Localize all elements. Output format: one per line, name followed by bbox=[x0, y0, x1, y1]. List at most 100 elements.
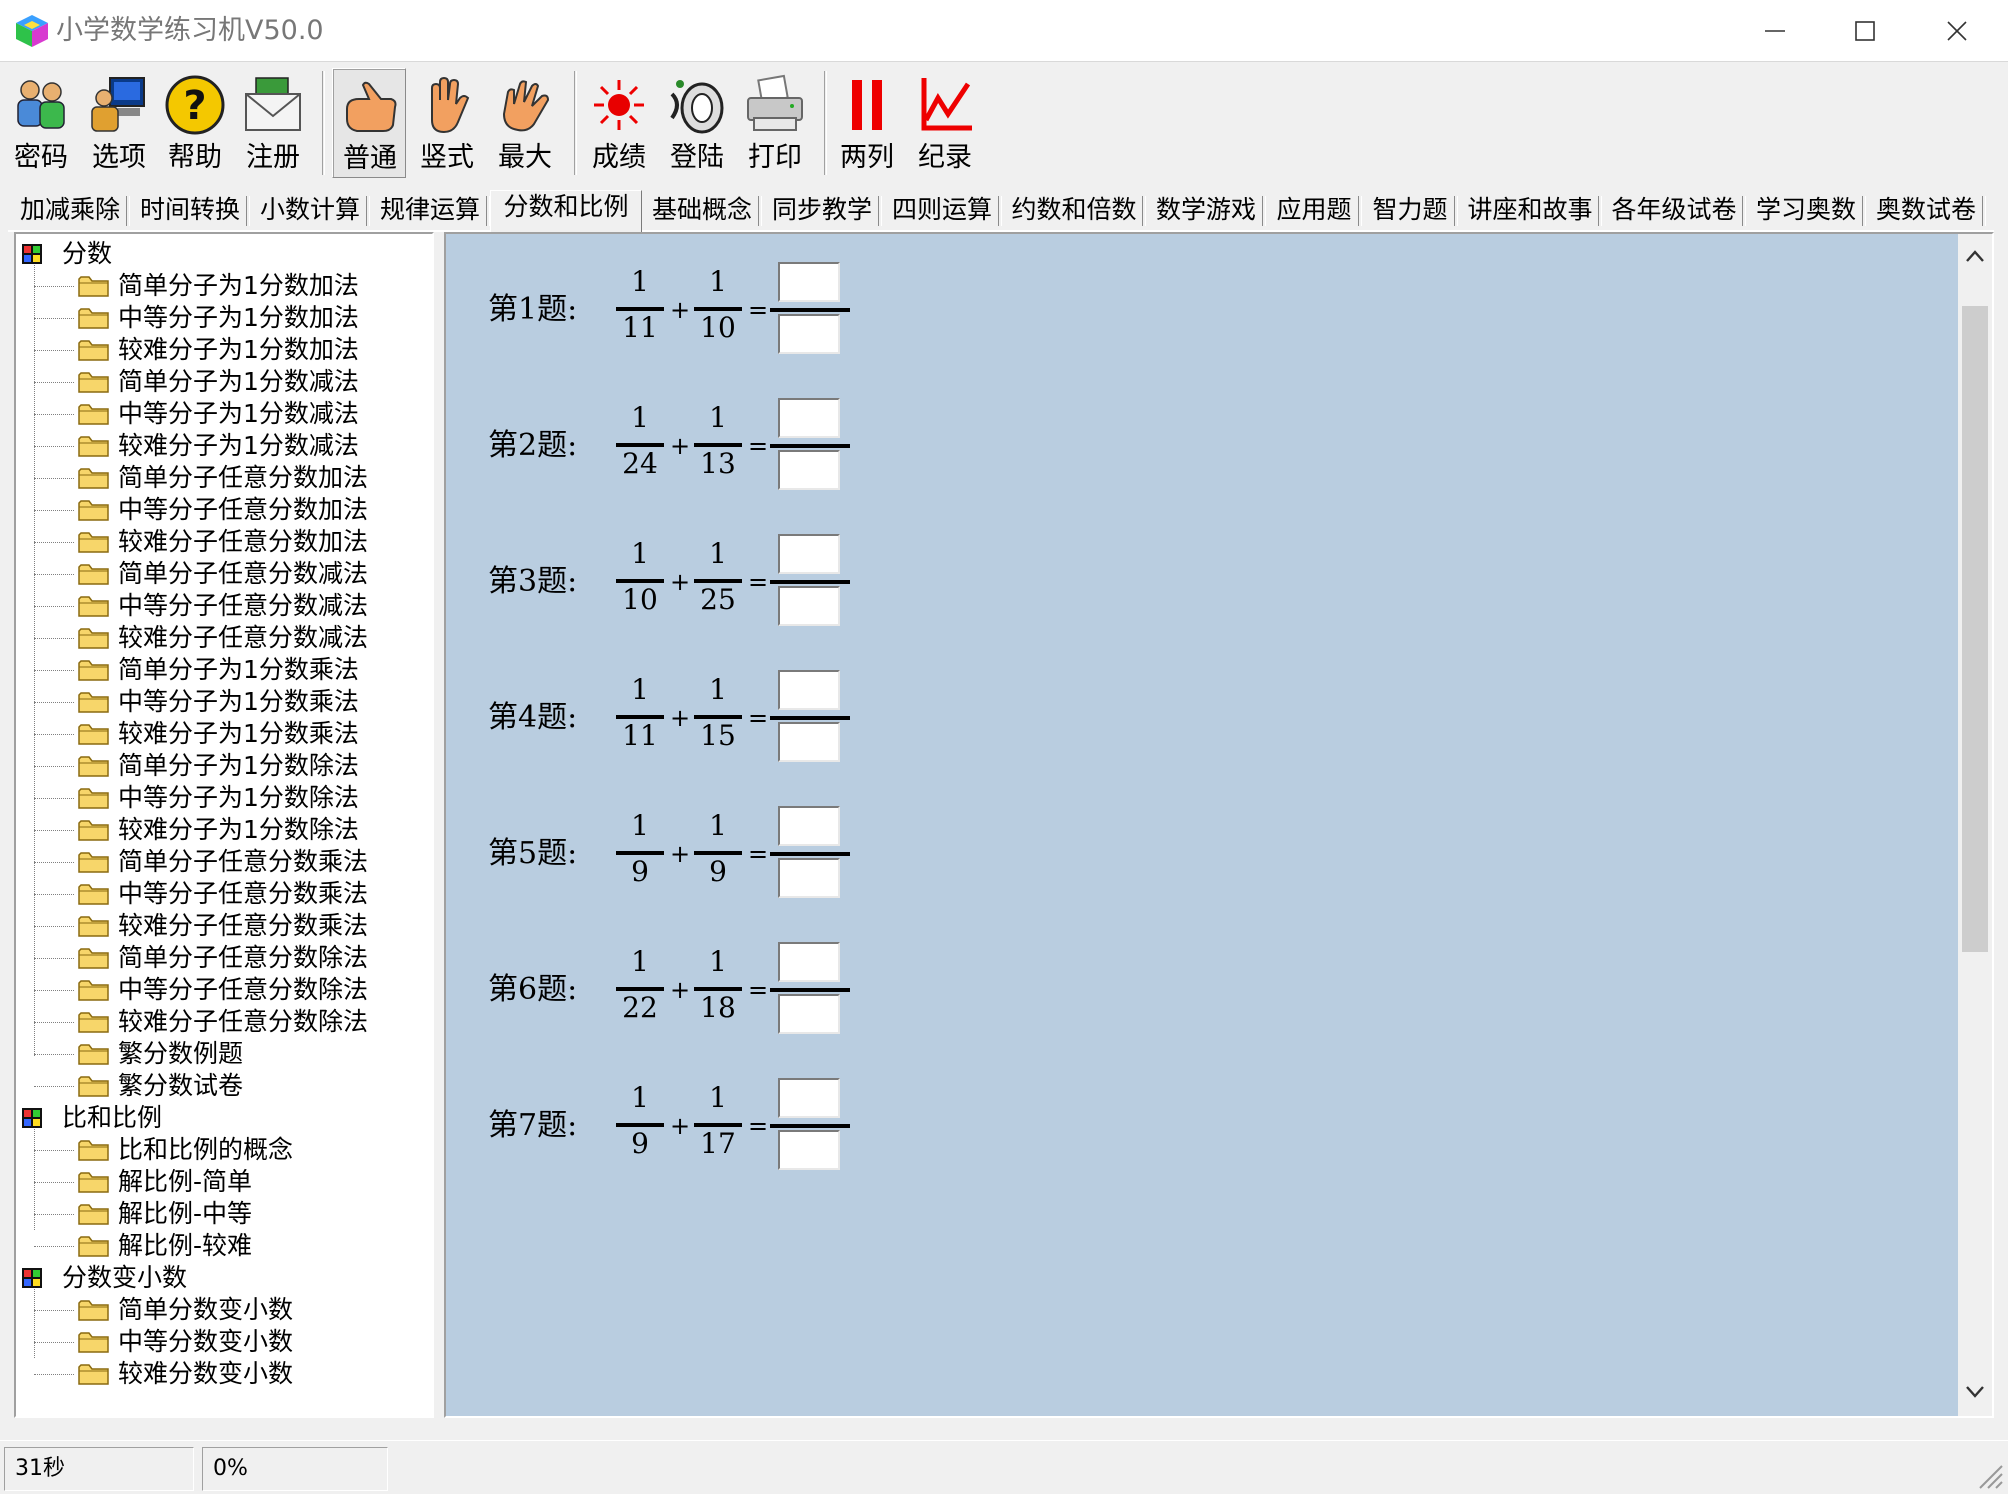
vertical-scrollbar[interactable] bbox=[1958, 234, 1992, 1416]
tree-item[interactable]: 比和比例的概念 bbox=[16, 1134, 432, 1166]
tree-item[interactable]: 较难分子为1分数乘法 bbox=[16, 718, 432, 750]
answer-denominator-input[interactable] bbox=[778, 314, 840, 354]
tree-item[interactable]: 中等分子为1分数乘法 bbox=[16, 686, 432, 718]
tree-category-fractions[interactable]: 分数 bbox=[16, 238, 432, 270]
tab-four-operations[interactable]: 四则运算 bbox=[884, 194, 1002, 228]
answer-numerator-input[interactable] bbox=[778, 1078, 840, 1118]
computer-user-icon bbox=[91, 77, 145, 132]
fraction-denominator: 25 bbox=[700, 583, 736, 616]
resize-grip-icon[interactable] bbox=[1974, 1460, 2004, 1490]
minimize-icon bbox=[1765, 30, 1785, 32]
login-button[interactable]: 登陆 bbox=[660, 68, 734, 178]
tree-item[interactable]: 较难分子任意分数加法 bbox=[16, 526, 432, 558]
answer-numerator-input[interactable] bbox=[778, 806, 840, 846]
tab-divisors-multiples[interactable]: 约数和倍数 bbox=[1004, 194, 1146, 228]
tree-item[interactable]: 解比例-简单 bbox=[16, 1166, 432, 1198]
tab-math-games[interactable]: 数学游戏 bbox=[1148, 194, 1266, 228]
vertical-mode-label: 竖式 bbox=[420, 142, 474, 173]
tree-connector bbox=[34, 798, 74, 799]
answer-denominator-input[interactable] bbox=[778, 450, 840, 490]
tab-fractions-ratio[interactable]: 分数和比例 bbox=[490, 190, 642, 232]
tab-time-conversion[interactable]: 时间转换 bbox=[132, 194, 250, 228]
tree-item[interactable]: 解比例-较难 bbox=[16, 1230, 432, 1262]
tree-category-label: 分数变小数 bbox=[62, 1263, 188, 1292]
help-button[interactable]: ? 帮助 bbox=[158, 68, 232, 178]
tree-item[interactable]: 较难分子为1分数减法 bbox=[16, 430, 432, 462]
tree-item[interactable]: 中等分子任意分数除法 bbox=[16, 974, 432, 1006]
tree-item[interactable]: 中等分子为1分数减法 bbox=[16, 398, 432, 430]
tree-item[interactable]: 较难分子任意分数减法 bbox=[16, 622, 432, 654]
vertical-mode-button[interactable]: 竖式 bbox=[410, 68, 484, 178]
register-button[interactable]: 注册 bbox=[236, 68, 310, 178]
tab-word-problems[interactable]: 应用题 bbox=[1268, 194, 1362, 228]
answer-numerator-input[interactable] bbox=[778, 942, 840, 982]
tree-item[interactable]: 较难分子任意分数乘法 bbox=[16, 910, 432, 942]
tab-olympiad-exams[interactable]: 奥数试卷 bbox=[1868, 194, 1986, 228]
tree-item[interactable]: 简单分子为1分数乘法 bbox=[16, 654, 432, 686]
tree-connector bbox=[34, 926, 74, 927]
tree-item[interactable]: 简单分数变小数 bbox=[16, 1294, 432, 1326]
scrollbar-thumb[interactable] bbox=[1962, 306, 1988, 952]
tree-connector bbox=[34, 1310, 74, 1311]
category-grid-icon bbox=[22, 244, 42, 264]
answer-numerator-input[interactable] bbox=[778, 262, 840, 302]
tree-item[interactable]: 中等分子为1分数加法 bbox=[16, 302, 432, 334]
tree-item[interactable]: 中等分子任意分数加法 bbox=[16, 494, 432, 526]
tree-item[interactable]: 简单分子任意分数加法 bbox=[16, 462, 432, 494]
tab-pattern-calc[interactable]: 规律运算 bbox=[372, 194, 490, 228]
topic-tree[interactable]: 分数 简单分子为1分数加法 中等分子为1分数加法 较难分子为1分数加法 简单分子为1分… bbox=[14, 232, 434, 1418]
tab-sync-teaching[interactable]: 同步教学 bbox=[764, 194, 882, 228]
tree-item[interactable]: 解比例-中等 bbox=[16, 1198, 432, 1230]
tab-basic-concepts[interactable]: 基础概念 bbox=[644, 194, 762, 228]
tab-grade-exams[interactable]: 各年级试卷 bbox=[1604, 194, 1746, 228]
print-button[interactable]: 打印 bbox=[738, 68, 812, 178]
answer-denominator-input[interactable] bbox=[778, 994, 840, 1034]
tree-category-fraction-to-decimal[interactable]: 分数变小数 bbox=[16, 1262, 432, 1358]
scroll-down-button[interactable] bbox=[1958, 1370, 1992, 1414]
tree-item[interactable]: 中等分子任意分数乘法 bbox=[16, 878, 432, 910]
answer-fraction-bar bbox=[770, 852, 850, 856]
close-button[interactable] bbox=[1912, 0, 2002, 62]
tree-item[interactable]: 简单分子为1分数减法 bbox=[16, 366, 432, 398]
tree-category-ratio[interactable]: 比和比例 bbox=[16, 1102, 432, 1230]
tab-learn-olympiad[interactable]: 学习奥数 bbox=[1748, 194, 1866, 228]
answer-numerator-input[interactable] bbox=[778, 534, 840, 574]
minimize-button[interactable] bbox=[1730, 0, 1820, 62]
tree-item[interactable]: 繁分数试卷 bbox=[16, 1070, 432, 1102]
tree-item[interactable]: 较难分数变小数 bbox=[16, 1358, 432, 1390]
tree-item[interactable]: 简单分子为1分数加法 bbox=[16, 270, 432, 302]
tree-item[interactable]: 中等分子任意分数减法 bbox=[16, 590, 432, 622]
maximum-mode-button[interactable]: 最大 bbox=[488, 68, 562, 178]
tab-puzzles[interactable]: 智力题 bbox=[1364, 194, 1458, 228]
tree-item[interactable]: 较难分子为1分数除法 bbox=[16, 814, 432, 846]
tree-item[interactable]: 简单分子为1分数除法 bbox=[16, 750, 432, 782]
answer-denominator-input[interactable] bbox=[778, 722, 840, 762]
tree-item[interactable]: 繁分数例题 bbox=[16, 1038, 432, 1070]
tab-lectures-stories[interactable]: 讲座和故事 bbox=[1460, 194, 1602, 228]
record-button[interactable]: 纪录 bbox=[908, 68, 982, 178]
toolbar-separator bbox=[824, 71, 827, 175]
tree-connector bbox=[34, 286, 74, 287]
score-button[interactable]: 成绩 bbox=[582, 68, 656, 178]
tab-add-sub-mul-div[interactable]: 加减乘除 bbox=[12, 194, 130, 228]
tree-item[interactable]: 中等分子为1分数除法 bbox=[16, 782, 432, 814]
tree-item[interactable]: 较难分子为1分数加法 bbox=[16, 334, 432, 366]
answer-numerator-input[interactable] bbox=[778, 398, 840, 438]
answer-denominator-input[interactable] bbox=[778, 858, 840, 898]
fraction-b: 1 15 bbox=[694, 670, 742, 770]
answer-denominator-input[interactable] bbox=[778, 1130, 840, 1170]
tree-item[interactable]: 简单分子任意分数减法 bbox=[16, 558, 432, 590]
answer-denominator-input[interactable] bbox=[778, 586, 840, 626]
scroll-up-button[interactable] bbox=[1958, 234, 1992, 278]
tree-item[interactable]: 较难分子任意分数除法 bbox=[16, 1006, 432, 1038]
maximize-button[interactable] bbox=[1820, 0, 1910, 62]
normal-mode-button[interactable]: 普通 bbox=[332, 68, 406, 178]
answer-numerator-input[interactable] bbox=[778, 670, 840, 710]
two-columns-button[interactable]: 两列 bbox=[830, 68, 904, 178]
tree-item[interactable]: 简单分子任意分数乘法 bbox=[16, 846, 432, 878]
password-button[interactable]: 密码 bbox=[4, 68, 78, 178]
tab-decimal-calc[interactable]: 小数计算 bbox=[252, 194, 370, 228]
options-button[interactable]: 选项 bbox=[82, 68, 156, 178]
tree-item[interactable]: 中等分数变小数 bbox=[16, 1326, 432, 1358]
tree-item[interactable]: 简单分子任意分数除法 bbox=[16, 942, 432, 974]
